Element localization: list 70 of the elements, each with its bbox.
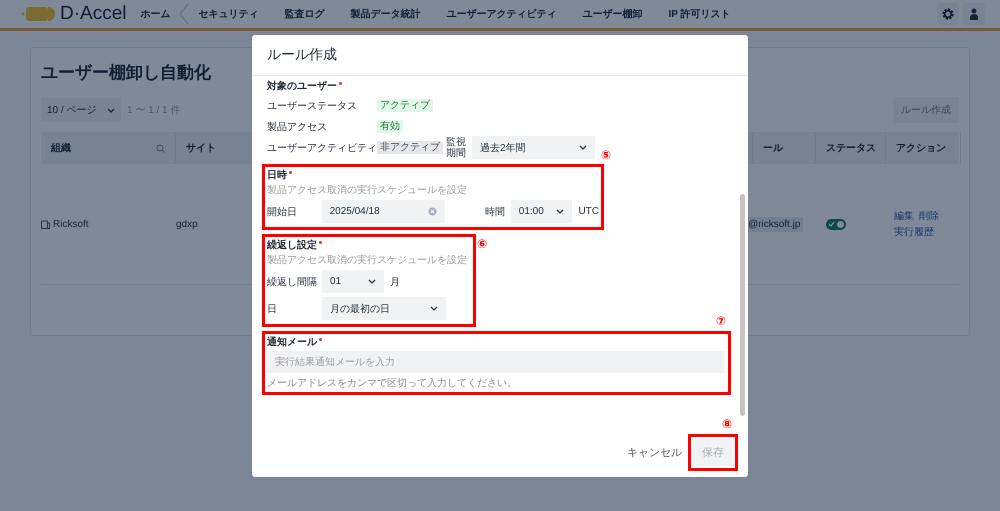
field-label: ユーザーステータス: [267, 100, 358, 112]
chevron-down-icon: [556, 209, 564, 214]
field-label: ユーザーアクティビティ: [267, 142, 377, 154]
action-link[interactable]: 削除: [919, 209, 939, 223]
clear-icon[interactable]: [428, 207, 437, 216]
table-cell: gdxp: [176, 218, 198, 230]
timezone-label: UTC: [578, 206, 599, 217]
section-label: 通知メール: [267, 336, 317, 349]
building-icon: [41, 220, 50, 228]
hint-text: 製品アクセス取消の実行スケジュールを設定: [267, 254, 468, 267]
column-header: 組織: [41, 132, 176, 164]
nav-link[interactable]: 監査ログ: [284, 7, 325, 21]
dialog-title: ルール作成: [267, 46, 337, 64]
nav-link[interactable]: ユーザーアクティビティ: [446, 7, 557, 21]
field-label: 繰返し間隔: [267, 276, 318, 288]
page-size-select[interactable]: 10 / ページ: [41, 98, 121, 122]
check-icon: [828, 221, 835, 227]
annotation-number: ⑦: [716, 314, 726, 328]
nav-link[interactable]: 製品データ統計: [350, 7, 421, 21]
annotation-number: ⑤: [600, 148, 611, 162]
email-input[interactable]: 実行結果通知メールを入力: [267, 351, 724, 373]
chevron-down-icon: [368, 279, 376, 284]
chevron-left-icon[interactable]: [178, 3, 189, 25]
status-badge: 有効: [377, 120, 403, 133]
date-field[interactable]: 2025/04/18: [322, 200, 445, 223]
field-label: 監視期間: [446, 136, 467, 158]
chevron-down-icon: [430, 306, 438, 311]
status-badge: 非アクティブ: [377, 141, 443, 154]
create-rule-button[interactable]: ルール作成: [893, 97, 959, 123]
time-select[interactable]: 01:00: [510, 200, 572, 223]
section-label: 日時: [267, 169, 287, 182]
email-tag: @ricksoft.jp: [745, 216, 804, 232]
chevron-down-icon: [107, 108, 115, 112]
gear-icon: [941, 7, 955, 21]
nav-link[interactable]: IP 許可リスト: [668, 7, 731, 21]
section-label: 対象のユーザー: [267, 80, 337, 93]
scrollbar[interactable]: [740, 194, 745, 416]
field-label: 開始日: [267, 206, 298, 218]
interval-select[interactable]: 01: [322, 270, 384, 293]
nav-link[interactable]: ホーム: [140, 7, 171, 21]
user-icon: [969, 8, 979, 20]
user-button[interactable]: [963, 3, 985, 25]
settings-button[interactable]: [937, 3, 959, 25]
search-icon[interactable]: [156, 144, 165, 152]
period-select[interactable]: 過去2年間: [472, 136, 595, 159]
section-label: 繰返し設定: [267, 239, 317, 252]
field-label: 製品アクセス: [267, 120, 328, 134]
nav-link[interactable]: セキュリティ: [198, 7, 259, 21]
status-badge: アクティブ: [377, 99, 433, 112]
status-toggle[interactable]: [826, 218, 846, 230]
hint-text: 製品アクセス取消の実行スケジュールを設定: [267, 184, 468, 197]
field-label: 日: [267, 302, 278, 316]
logo-text[interactable]: D·Accel: [60, 3, 127, 25]
page-title: ユーザー棚卸し自動化: [41, 62, 212, 84]
nav-link[interactable]: ユーザー棚卸: [582, 7, 643, 21]
help-text: メールアドレスをカンマで区切って入力してください。: [267, 377, 518, 390]
annotation-number: ⑥: [477, 237, 488, 251]
logo-icon: [20, 6, 56, 22]
chevron-down-icon: [579, 145, 587, 150]
day-select[interactable]: 月の最初の日: [322, 297, 446, 320]
action-link[interactable]: 編集: [894, 209, 914, 223]
field-label: 時間: [484, 206, 505, 218]
column-header: アクション: [886, 132, 961, 164]
action-link[interactable]: 実行履歴: [894, 225, 934, 239]
column-header: ステータス: [816, 132, 886, 164]
unit-label: 月: [390, 276, 400, 288]
table-cell: Ricksoft: [53, 218, 89, 230]
column-header: ール: [753, 132, 816, 164]
annotation-number: ⑧: [722, 416, 732, 430]
cancel-button[interactable]: キャンセル: [627, 444, 682, 460]
